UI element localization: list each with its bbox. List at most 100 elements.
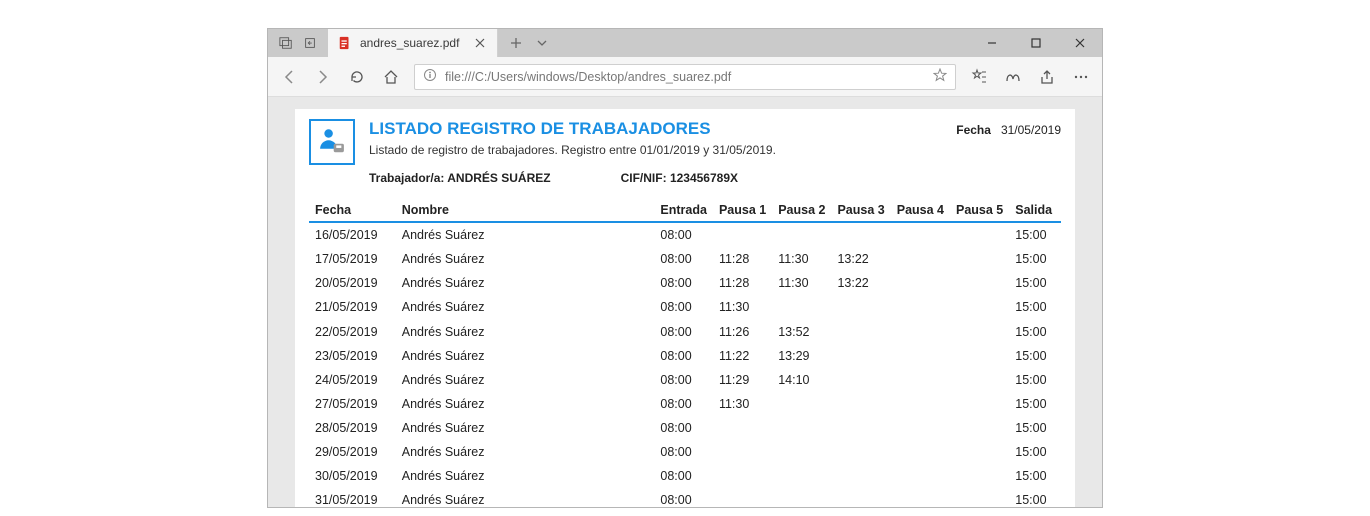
table-row: 17/05/2019Andrés Suárez08:0011:2811:3013… [309, 247, 1061, 271]
browser-window: andres_suarez.pdf [267, 28, 1103, 508]
home-button[interactable] [380, 66, 402, 88]
cell-p3 [831, 344, 890, 368]
table-row: 22/05/2019Andrés Suárez08:0011:2613:5215… [309, 320, 1061, 344]
cell-p1: 11:29 [713, 368, 772, 392]
cell-p5 [950, 344, 1009, 368]
browser-tab[interactable]: andres_suarez.pdf [328, 29, 498, 57]
cell-nombre: Andrés Suárez [396, 247, 655, 271]
favorite-icon[interactable] [933, 68, 947, 85]
worker-field: Trabajador/a: ANDRÉS SUÁREZ [369, 171, 551, 185]
cell-p3 [831, 392, 890, 416]
table-row: 24/05/2019Andrés Suárez08:0011:2914:1015… [309, 368, 1061, 392]
report-header: LISTADO REGISTRO DE TRABAJADORES Listado… [309, 119, 1061, 185]
cell-p5 [950, 247, 1009, 271]
cell-p4 [891, 222, 950, 247]
cell-p4 [891, 247, 950, 271]
cif-field: CIF/NIF: 123456789X [621, 171, 738, 185]
cell-entrada: 08:00 [654, 222, 713, 247]
tab-title: andres_suarez.pdf [360, 36, 465, 50]
pdf-page: LISTADO REGISTRO DE TRABAJADORES Listado… [295, 109, 1075, 507]
col-p4: Pausa 4 [891, 199, 950, 222]
favorites-list-icon[interactable] [968, 66, 990, 88]
share-icon[interactable] [1036, 66, 1058, 88]
cell-entrada: 08:00 [654, 392, 713, 416]
chevron-down-icon[interactable] [534, 35, 550, 51]
cell-salida: 15:00 [1009, 295, 1061, 319]
cell-salida: 15:00 [1009, 271, 1061, 295]
cell-p4 [891, 271, 950, 295]
address-bar: file:///C:/Users/windows/Desktop/andres_… [268, 57, 1102, 97]
titlebar: andres_suarez.pdf [268, 29, 1102, 57]
cell-p5 [950, 464, 1009, 488]
cell-p5 [950, 368, 1009, 392]
cell-p5 [950, 320, 1009, 344]
cell-p5 [950, 271, 1009, 295]
cell-p1: 11:22 [713, 344, 772, 368]
cell-p1: 11:28 [713, 271, 772, 295]
cell-fecha: 27/05/2019 [309, 392, 396, 416]
new-tab-icon[interactable] [508, 35, 524, 51]
cell-p1: 11:26 [713, 320, 772, 344]
cell-fecha: 29/05/2019 [309, 440, 396, 464]
table-row: 31/05/2019Andrés Suárez08:0015:00 [309, 488, 1061, 507]
cell-fecha: 16/05/2019 [309, 222, 396, 247]
cell-fecha: 21/05/2019 [309, 295, 396, 319]
maximize-button[interactable] [1014, 29, 1058, 57]
cell-p3 [831, 368, 890, 392]
cell-fecha: 23/05/2019 [309, 344, 396, 368]
cell-salida: 15:00 [1009, 222, 1061, 247]
cell-p3 [831, 416, 890, 440]
cell-salida: 15:00 [1009, 392, 1061, 416]
cell-salida: 15:00 [1009, 368, 1061, 392]
cell-nombre: Andrés Suárez [396, 416, 655, 440]
cell-p5 [950, 416, 1009, 440]
refresh-button[interactable] [346, 66, 368, 88]
cell-entrada: 08:00 [654, 368, 713, 392]
tabs-overview-icon[interactable] [278, 35, 294, 51]
cell-p4 [891, 295, 950, 319]
records-table: Fecha Nombre Entrada Pausa 1 Pausa 2 Pau… [309, 199, 1061, 507]
back-button[interactable] [278, 66, 300, 88]
report-subtitle: Listado de registro de trabajadores. Reg… [369, 143, 1061, 157]
cell-p5 [950, 222, 1009, 247]
cell-entrada: 08:00 [654, 416, 713, 440]
cell-p3: 13:22 [831, 247, 890, 271]
pdf-file-icon [338, 36, 352, 50]
col-fecha: Fecha [309, 199, 396, 222]
col-nombre: Nombre [396, 199, 655, 222]
cell-nombre: Andrés Suárez [396, 488, 655, 507]
close-tab-icon[interactable] [473, 36, 487, 50]
cell-p2 [772, 440, 831, 464]
set-aside-tabs-icon[interactable] [302, 35, 318, 51]
cell-p4 [891, 488, 950, 507]
table-row: 23/05/2019Andrés Suárez08:0011:2213:2915… [309, 344, 1061, 368]
cell-p2 [772, 222, 831, 247]
cell-p4 [891, 440, 950, 464]
table-row: 21/05/2019Andrés Suárez08:0011:3015:00 [309, 295, 1061, 319]
col-p3: Pausa 3 [831, 199, 890, 222]
cell-p4 [891, 320, 950, 344]
minimize-button[interactable] [970, 29, 1014, 57]
cell-p3 [831, 320, 890, 344]
cell-p3 [831, 222, 890, 247]
more-icon[interactable] [1070, 66, 1092, 88]
cell-nombre: Andrés Suárez [396, 295, 655, 319]
report-date: Fecha31/05/2019 [956, 123, 1061, 137]
col-salida: Salida [1009, 199, 1061, 222]
reading-list-icon[interactable] [1002, 66, 1024, 88]
url-bar[interactable]: file:///C:/Users/windows/Desktop/andres_… [414, 64, 956, 90]
cell-p2 [772, 488, 831, 507]
cell-p1 [713, 488, 772, 507]
site-info-icon[interactable] [423, 68, 437, 85]
cell-entrada: 08:00 [654, 464, 713, 488]
col-p5: Pausa 5 [950, 199, 1009, 222]
forward-button[interactable] [312, 66, 334, 88]
cell-fecha: 22/05/2019 [309, 320, 396, 344]
cell-p2: 13:29 [772, 344, 831, 368]
document-viewport[interactable]: LISTADO REGISTRO DE TRABAJADORES Listado… [268, 97, 1102, 507]
cell-p2 [772, 392, 831, 416]
cell-nombre: Andrés Suárez [396, 344, 655, 368]
close-window-button[interactable] [1058, 29, 1102, 57]
cell-p3: 13:22 [831, 271, 890, 295]
cell-p4 [891, 416, 950, 440]
